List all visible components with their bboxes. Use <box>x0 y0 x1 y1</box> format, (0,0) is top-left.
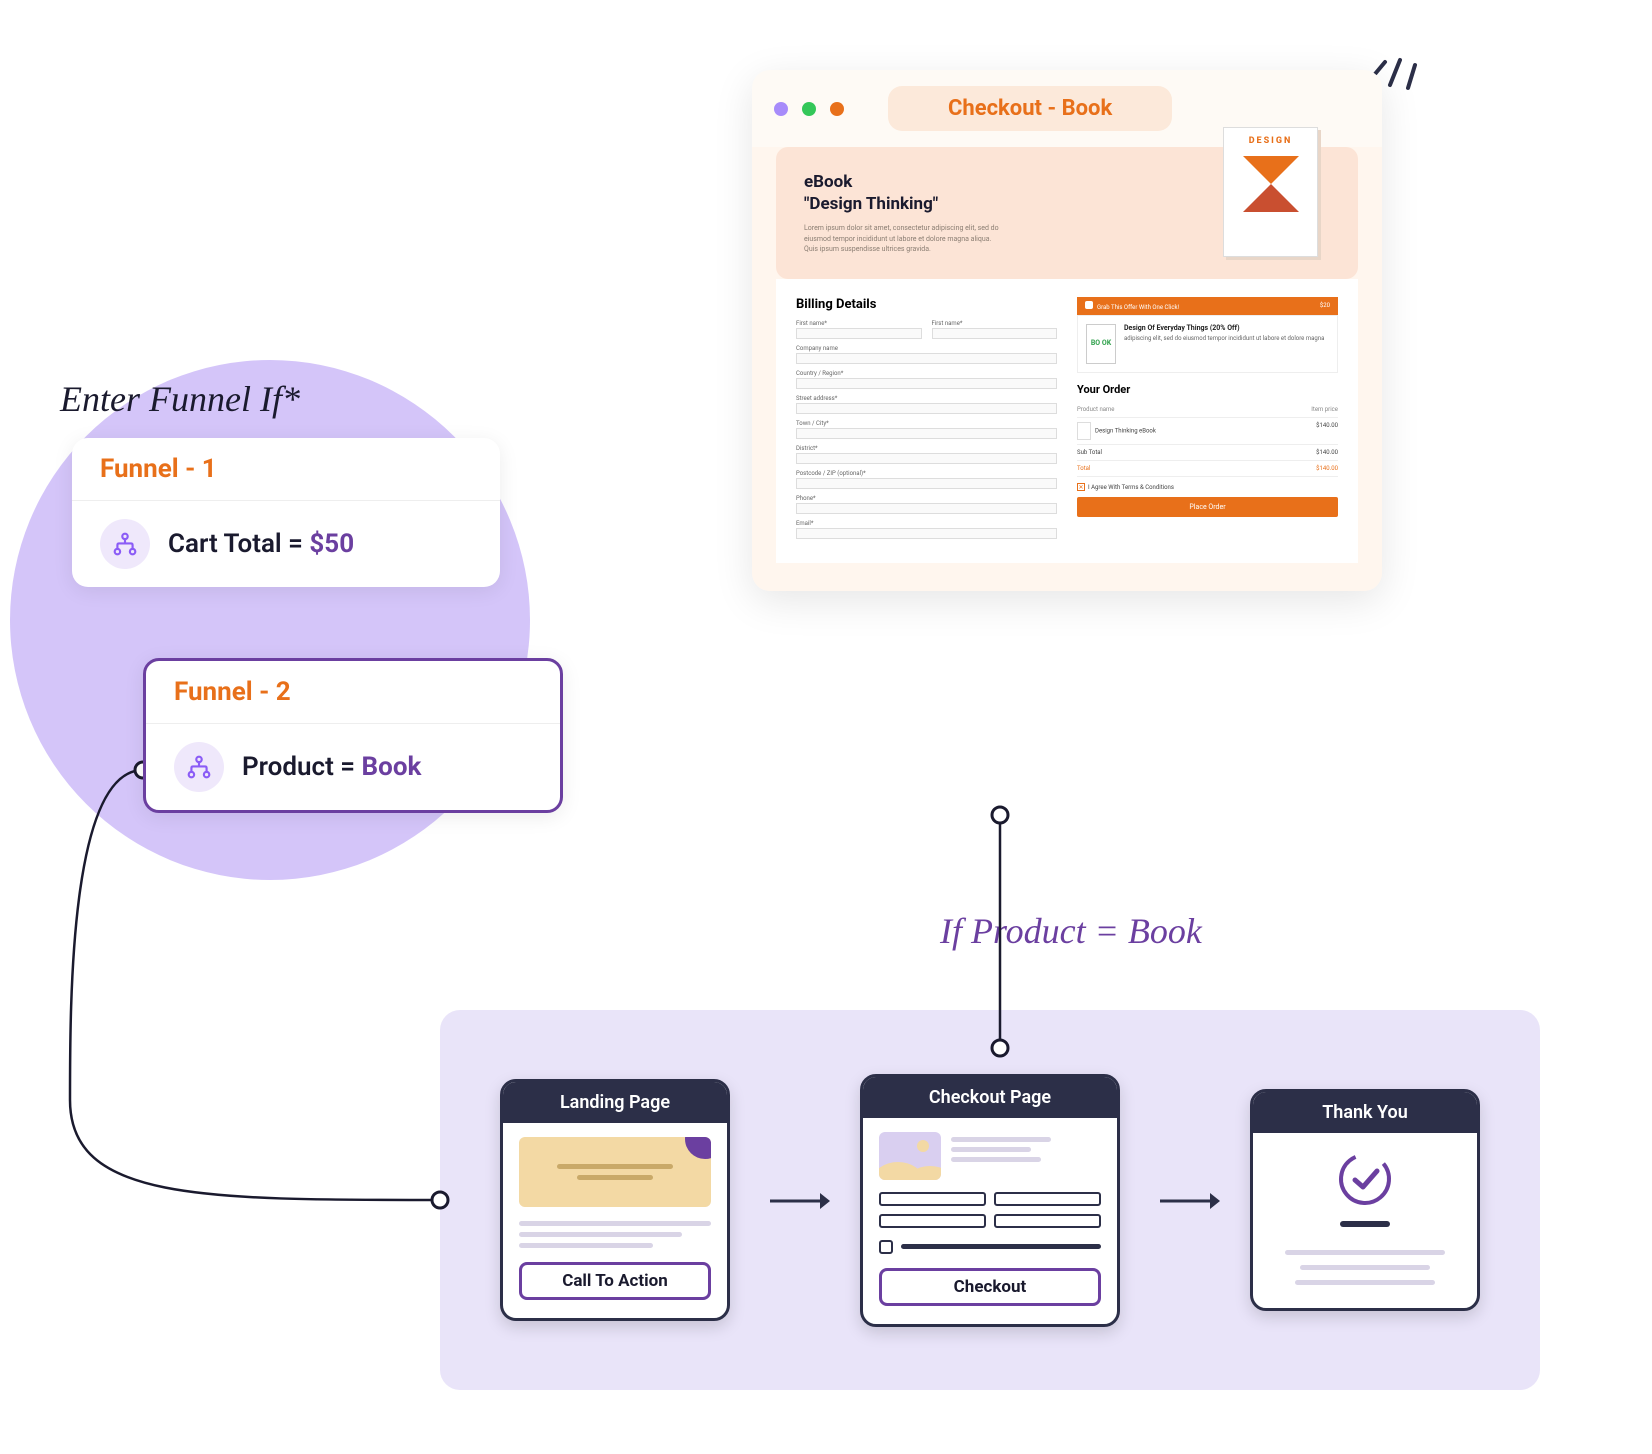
billing-heading: Billing Details <box>796 297 1057 312</box>
hero-title-1: eBook <box>804 172 852 192</box>
arrow-icon <box>770 1199 820 1201</box>
landing-page-card[interactable]: Landing Page Call To Action <box>500 1079 730 1321</box>
book-cover: DESIGN <box>1223 127 1318 257</box>
mini-checkbox[interactable] <box>879 1240 893 1254</box>
input-district[interactable] <box>796 453 1057 464</box>
funnel-1-rule: Cart Total = $50 <box>168 529 354 559</box>
sitemap-icon <box>174 742 224 792</box>
checkout-browser-mock: Checkout - Book eBook "Design Thinking" … <box>752 70 1382 591</box>
billing-section: Billing Details First name* First name* … <box>796 297 1057 545</box>
input-company[interactable] <box>796 353 1057 364</box>
input-street[interactable] <box>796 403 1057 414</box>
offer-desc: adipiscing elit, sed do eiusmod tempor i… <box>1124 335 1324 342</box>
input-town[interactable] <box>796 428 1057 439</box>
landing-hero-thumb <box>519 1137 711 1207</box>
checkout-thumb <box>879 1132 941 1180</box>
window-dot-icon <box>830 102 844 116</box>
field-company: Company name <box>796 345 1057 352</box>
field-postcode: Postcode / ZIP (optional)* <box>796 470 1057 477</box>
offer-banner[interactable]: Grab This Offer With One Click! $20 <box>1077 297 1338 315</box>
checkmark-circle-icon <box>1337 1151 1393 1207</box>
sitemap-icon <box>100 519 150 569</box>
hero-description: Lorem ipsum dolor sit amet, consectetur … <box>804 223 1004 255</box>
field-country: Country / Region* <box>796 370 1057 377</box>
funnel-2-card[interactable]: Funnel - 2 Product = Book <box>143 658 563 813</box>
if-product-book-label: If Product = Book <box>940 910 1202 952</box>
input-last-name[interactable] <box>932 328 1058 339</box>
hero-title-2: "Design Thinking" <box>804 194 938 214</box>
input-email[interactable] <box>796 528 1057 539</box>
checkout-page-card[interactable]: Checkout Page Checkout <box>860 1074 1120 1327</box>
offer-title: Design Of Everyday Things (20% Off) <box>1124 324 1324 332</box>
checkout-cta-button[interactable]: Checkout <box>879 1268 1101 1306</box>
input-first-name[interactable] <box>796 328 922 339</box>
offer-card: BO OK Design Of Everyday Things (20% Off… <box>1077 315 1338 373</box>
field-street: Street address* <box>796 395 1057 402</box>
window-dot-icon <box>802 102 816 116</box>
enter-funnel-if-label: Enter Funnel If* <box>60 378 300 420</box>
thankyou-title: Thank You <box>1253 1092 1477 1133</box>
mini-input[interactable] <box>994 1192 1101 1206</box>
mini-input[interactable] <box>879 1192 986 1206</box>
field-district: District* <box>796 445 1057 452</box>
offer-thumb: BO OK <box>1086 324 1116 364</box>
checkout-hero: eBook "Design Thinking" Lorem ipsum dolo… <box>776 147 1358 279</box>
place-order-button[interactable]: Place Order <box>1077 497 1338 517</box>
mini-input[interactable] <box>879 1214 986 1228</box>
funnel-2-title: Funnel - 2 <box>146 661 560 724</box>
arrow-icon <box>1160 1199 1210 1201</box>
window-dot-icon <box>774 102 788 116</box>
browser-title: Checkout - Book <box>888 86 1172 131</box>
offer-checkbox-icon <box>1085 301 1093 309</box>
landing-title: Landing Page <box>503 1082 727 1123</box>
input-phone[interactable] <box>796 503 1057 514</box>
terms-row[interactable]: ✕I Agree With Terms & Conditions <box>1077 483 1338 491</box>
field-phone: Phone* <box>796 495 1057 502</box>
input-postcode[interactable] <box>796 478 1057 489</box>
funnel-2-rule: Product = Book <box>242 752 421 782</box>
input-country[interactable] <box>796 378 1057 389</box>
order-summary: Your Order Product nameItem price Design… <box>1077 383 1338 517</box>
funnel-1-card[interactable]: Funnel - 1 Cart Total = $50 <box>72 438 500 587</box>
field-email: Email* <box>796 520 1057 527</box>
funnel-1-title: Funnel - 1 <box>72 438 500 501</box>
mini-input[interactable] <box>994 1214 1101 1228</box>
terms-checkbox-icon: ✕ <box>1077 483 1085 491</box>
order-heading: Your Order <box>1077 383 1338 396</box>
field-town: Town / City* <box>796 420 1057 427</box>
landing-cta-button[interactable]: Call To Action <box>519 1262 711 1300</box>
funnel-flow-container: Landing Page Call To Action Checkout Pag… <box>440 1010 1540 1390</box>
thankyou-card[interactable]: Thank You <box>1250 1089 1480 1311</box>
checkout-title: Checkout Page <box>863 1077 1117 1118</box>
field-last-name: First name* <box>932 320 1058 327</box>
field-first-name: First name* <box>796 320 922 327</box>
